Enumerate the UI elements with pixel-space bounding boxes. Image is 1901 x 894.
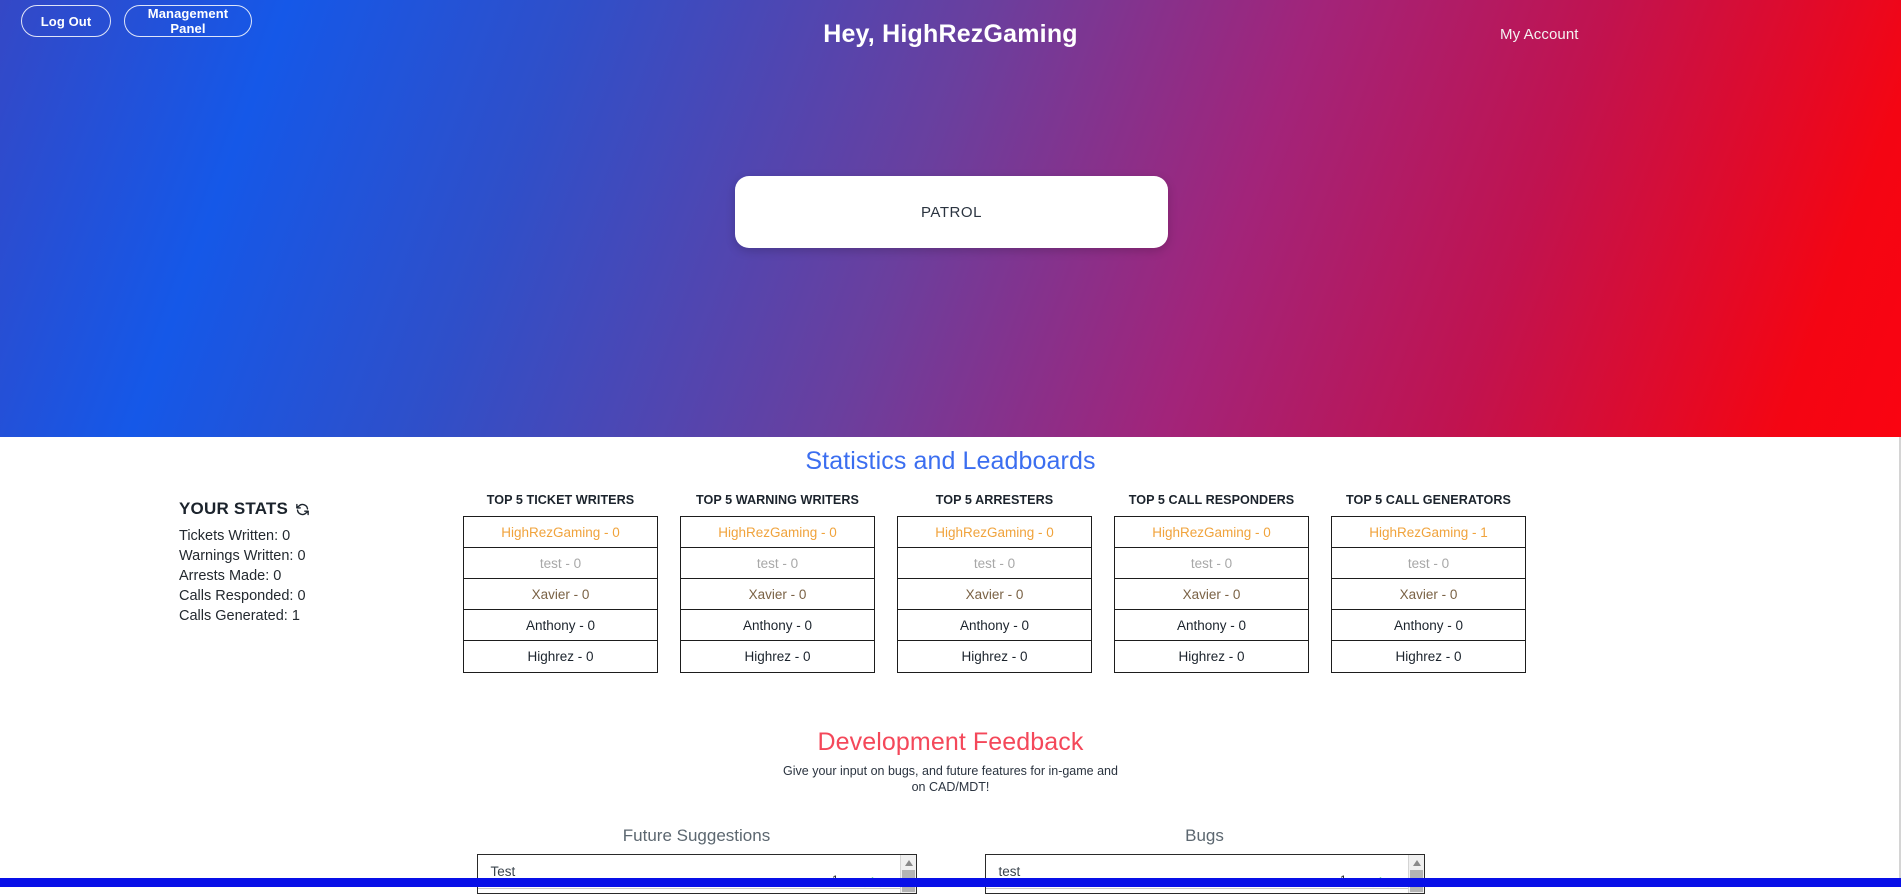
stat-tickets-written: Tickets Written: 0 bbox=[179, 528, 291, 544]
table-row: Xavier - 0 bbox=[681, 579, 874, 610]
leaderboard-call-generators: TOP 5 CALL GENERATORS HighRezGaming - 1 … bbox=[1320, 493, 1537, 673]
leaderboard-table: HighRezGaming - 0 test - 0 Xavier - 0 An… bbox=[897, 516, 1092, 673]
greeting-title: Hey, HighRezGaming bbox=[823, 20, 1078, 48]
table-row: HighRezGaming - 1 bbox=[1332, 517, 1525, 548]
leaderboard-warning-writers: TOP 5 WARNING WRITERS HighRezGaming - 0 … bbox=[669, 493, 886, 673]
list-scrollbar[interactable] bbox=[899, 855, 916, 893]
hero-banner: Log Out Management Panel Hey, HighRezGam… bbox=[0, 0, 1901, 437]
statistics-section-title: Statistics and Leadboards bbox=[805, 447, 1096, 475]
refresh-icon[interactable] bbox=[295, 502, 310, 517]
table-row: HighRezGaming - 0 bbox=[1115, 517, 1308, 548]
hero-topbar: Log Out Management Panel Hey, HighRezGam… bbox=[0, 0, 1901, 60]
table-row: Highrez - 0 bbox=[1178, 649, 1245, 664]
table-row: HighRezGaming - 0 bbox=[681, 517, 874, 548]
leaderboard-ticket-writers: TOP 5 TICKET WRITERS HighRezGaming - 0 t… bbox=[452, 493, 669, 673]
your-stats-heading: YOUR STATS bbox=[179, 499, 419, 519]
table-row: Highrez - 0 bbox=[744, 649, 811, 664]
patrol-button[interactable]: PATROL bbox=[735, 176, 1168, 248]
table-row: Xavier - 0 bbox=[464, 579, 657, 610]
scroll-up-arrow-icon[interactable] bbox=[900, 855, 916, 870]
table-row: Anthony - 0 bbox=[464, 610, 657, 641]
leaderboard-table: HighRezGaming - 1 test - 0 Xavier - 0 An… bbox=[1331, 516, 1526, 673]
table-row: Highrez - 0 bbox=[961, 649, 1028, 664]
table-row: Anthony - 0 bbox=[681, 610, 874, 641]
leaderboard-table: HighRezGaming - 0 test - 0 Xavier - 0 An… bbox=[463, 516, 658, 673]
table-row: HighRezGaming - 0 bbox=[464, 517, 657, 548]
leaderboard-title: TOP 5 CALL GENERATORS bbox=[1345, 493, 1512, 507]
development-feedback-title: Development Feedback bbox=[817, 728, 1084, 756]
development-feedback-section: Development Feedback Give your input on … bbox=[0, 728, 1901, 795]
leaderboard-title: TOP 5 CALL RESPONDERS bbox=[1128, 493, 1295, 507]
table-row: Xavier - 0 bbox=[898, 579, 1091, 610]
table-row: test - 0 bbox=[898, 548, 1091, 579]
leaderboard-title: TOP 5 TICKET WRITERS bbox=[486, 493, 635, 507]
leaderboard-title: TOP 5 WARNING WRITERS bbox=[696, 493, 859, 507]
table-row: Xavier - 0 bbox=[1115, 579, 1308, 610]
stat-arrests-made: Arrests Made: 0 bbox=[179, 568, 282, 584]
table-row: Anthony - 0 bbox=[1115, 610, 1308, 641]
leaderboards-row: TOP 5 TICKET WRITERS HighRezGaming - 0 t… bbox=[452, 493, 1537, 673]
horizontal-scrollbar[interactable] bbox=[0, 878, 1901, 887]
stat-calls-responded: Calls Responded: 0 bbox=[179, 588, 306, 604]
list-item-text: test bbox=[998, 864, 1021, 879]
my-account-link[interactable]: My Account bbox=[1500, 26, 1579, 43]
leaderboard-table: HighRezGaming - 0 test - 0 Xavier - 0 An… bbox=[1114, 516, 1309, 673]
leaderboard-title: TOP 5 ARRESTERS bbox=[935, 493, 1054, 507]
scroll-up-arrow-icon[interactable] bbox=[1408, 855, 1424, 870]
list-item-text: Test bbox=[490, 864, 516, 879]
table-row: Highrez - 0 bbox=[527, 649, 594, 664]
list-scrollbar[interactable] bbox=[1407, 855, 1424, 893]
table-row: test - 0 bbox=[464, 548, 657, 579]
future-suggestions-list[interactable]: Test 1 bbox=[476, 854, 917, 894]
leaderboard-arresters: TOP 5 ARRESTERS HighRezGaming - 0 test -… bbox=[886, 493, 1103, 673]
leaderboard-table: HighRezGaming - 0 test - 0 Xavier - 0 An… bbox=[680, 516, 875, 673]
bugs-label: Bugs bbox=[1185, 826, 1224, 845]
future-suggestions-label: Future Suggestions bbox=[622, 826, 771, 845]
table-row: HighRezGaming - 0 bbox=[898, 517, 1091, 548]
table-row: Anthony - 0 bbox=[898, 610, 1091, 641]
leaderboard-call-responders: TOP 5 CALL RESPONDERS HighRezGaming - 0 … bbox=[1103, 493, 1320, 673]
stat-warnings-written: Warnings Written: 0 bbox=[179, 548, 306, 564]
table-row: test - 0 bbox=[681, 548, 874, 579]
bugs-list[interactable]: test 1 bbox=[984, 854, 1425, 894]
table-row: test - 0 bbox=[1115, 548, 1308, 579]
development-feedback-subtitle: Give your input on bugs, and future feat… bbox=[783, 764, 1118, 794]
your-stats-panel: YOUR STATS Tickets Written: 0 Warnings W… bbox=[179, 499, 419, 626]
table-row: Highrez - 0 bbox=[1395, 649, 1462, 664]
table-row: Anthony - 0 bbox=[1332, 610, 1525, 641]
patrol-button-label: PATROL bbox=[920, 203, 983, 221]
table-row: Xavier - 0 bbox=[1332, 579, 1525, 610]
your-stats-heading-label: YOUR STATS bbox=[179, 499, 289, 518]
table-row: test - 0 bbox=[1332, 548, 1525, 579]
stat-calls-generated: Calls Generated: 1 bbox=[179, 608, 300, 624]
